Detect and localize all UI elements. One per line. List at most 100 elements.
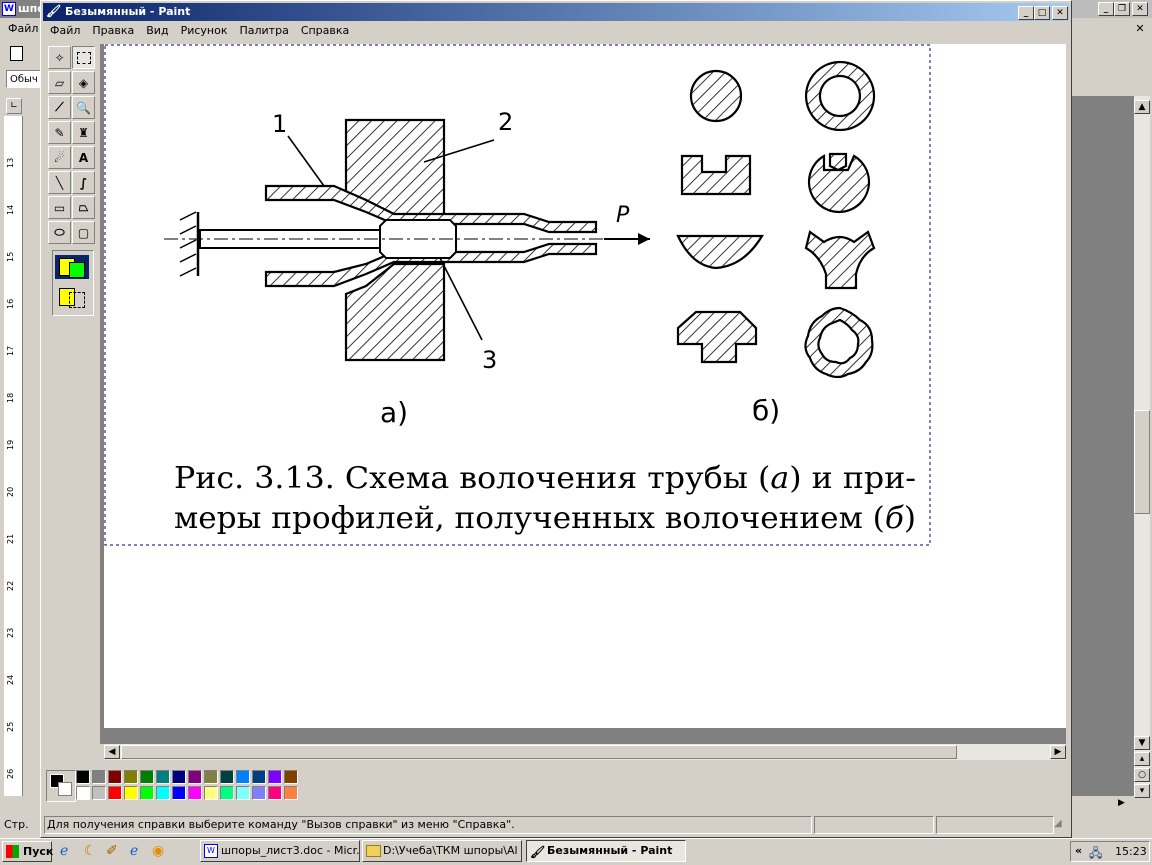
paint-scroll-left-button[interactable]: ◀: [104, 745, 120, 759]
palette-swatch[interactable]: [92, 770, 106, 784]
paint-minimize-button[interactable]: _: [1018, 6, 1034, 20]
palette-swatch[interactable]: [236, 770, 250, 784]
word-restore-button[interactable]: ❐: [1114, 2, 1130, 16]
word-close-button[interactable]: ✕: [1132, 2, 1148, 16]
palette-swatch[interactable]: [140, 786, 154, 800]
word-scroll-down-button[interactable]: ▼: [1134, 736, 1150, 750]
word-menu-first[interactable]: Файл: [8, 22, 38, 35]
palette-swatch[interactable]: [268, 770, 282, 784]
paint-close-button[interactable]: ✕: [1052, 6, 1068, 20]
text-tool[interactable]: A: [72, 146, 95, 169]
palette-swatch[interactable]: [124, 770, 138, 784]
palette-swatch[interactable]: [172, 770, 186, 784]
color-indicator[interactable]: [46, 770, 76, 802]
word-menu-file-label: Файл: [8, 22, 39, 35]
wall-mount: [179, 211, 200, 277]
palette-swatch[interactable]: [220, 786, 234, 800]
curve-tool[interactable]: ∫: [72, 171, 95, 194]
word-next-page-button[interactable]: ▾: [1134, 784, 1150, 798]
palette-swatch[interactable]: [204, 770, 218, 784]
palette-swatch[interactable]: [156, 786, 170, 800]
paint-status-coords: [814, 816, 934, 834]
color-picker-tool[interactable]: ⟋: [48, 96, 71, 119]
eraser-tool[interactable]: ▱: [48, 71, 71, 94]
paint-menu-image[interactable]: Рисунок: [175, 22, 234, 40]
fill-tool[interactable]: ◈: [72, 71, 95, 94]
paint-scroll-right-button[interactable]: ▶: [1050, 745, 1066, 759]
label-a: а): [380, 396, 408, 429]
windows-logo-icon: [6, 845, 19, 858]
palette-swatch[interactable]: [284, 786, 298, 800]
paint-status-bar: Для получения справки выберите команду "…: [44, 816, 812, 834]
airbrush-tool[interactable]: ☄: [48, 146, 71, 169]
drawing-figure: 1 2 3 P а) б) Рис. 3.13. Схема волочения…: [104, 44, 931, 546]
word-new-doc-icon[interactable]: [10, 46, 23, 61]
ellipse-tool[interactable]: ⬭: [48, 221, 71, 244]
transparent-mode-icon[interactable]: [55, 285, 89, 309]
paint-menu-colors[interactable]: Палитра: [233, 22, 294, 40]
word-scroll-up-button[interactable]: ▲: [1134, 100, 1150, 114]
free-select-tool[interactable]: ✧: [48, 46, 71, 69]
word-doc-close-button[interactable]: ✕: [1132, 22, 1148, 36]
palette-swatch[interactable]: [252, 770, 266, 784]
palette-swatch[interactable]: [172, 786, 186, 800]
opaque-mode-icon[interactable]: [55, 255, 89, 279]
line-tool[interactable]: ╲: [48, 171, 71, 194]
polygon-tool[interactable]: ⏢: [72, 196, 95, 219]
quicklaunch-edit-icon[interactable]: ✐: [106, 843, 118, 859]
quicklaunch-outlook-icon[interactable]: ☾: [84, 843, 97, 859]
palette-swatch[interactable]: [92, 786, 106, 800]
paint-menu-edit[interactable]: Правка: [86, 22, 140, 40]
palette-swatch[interactable]: [204, 786, 218, 800]
palette-swatch[interactable]: [188, 770, 202, 784]
paint-hscroll-thumb[interactable]: [121, 745, 957, 759]
palette-swatch[interactable]: [188, 786, 202, 800]
clock[interactable]: 15:23: [1115, 845, 1147, 858]
paint-menu-view[interactable]: Вид: [140, 22, 174, 40]
palette-swatch[interactable]: [220, 770, 234, 784]
paint-canvas[interactable]: 1 2 3 P а) б) Рис. 3.13. Схема волочения…: [104, 44, 1066, 728]
network-icon[interactable]: 🖧: [1089, 844, 1102, 865]
word-minimize-button[interactable]: _: [1098, 2, 1114, 16]
paint-resize-grip[interactable]: ◢: [1054, 818, 1068, 832]
palette-swatch[interactable]: [108, 786, 122, 800]
start-button[interactable]: Пуск: [2, 841, 54, 862]
word-select-browse-button[interactable]: ○: [1134, 768, 1150, 782]
magnifier-tool[interactable]: 🔍: [72, 96, 95, 119]
paint-maximize-button[interactable]: □: [1034, 6, 1050, 20]
rectangle-tool[interactable]: ▭: [48, 196, 71, 219]
paint-menu-file[interactable]: Файл: [44, 22, 86, 40]
pencil-tool[interactable]: ✎: [48, 121, 71, 144]
background-color[interactable]: [58, 782, 72, 796]
palette-swatch[interactable]: [76, 786, 90, 800]
palette-swatch[interactable]: [156, 770, 170, 784]
start-label: Пуск: [23, 845, 54, 858]
word-ruler-corner[interactable]: ∟: [6, 98, 22, 114]
rounded-rect-tool[interactable]: ▢: [72, 221, 95, 244]
palette-swatch[interactable]: [268, 786, 282, 800]
word-scroll-thumb[interactable]: [1134, 410, 1150, 514]
word-prev-page-button[interactable]: ▴: [1134, 752, 1150, 766]
paint-menu-help[interactable]: Справка: [295, 22, 355, 40]
quicklaunch-ie-icon[interactable]: ℯ: [60, 843, 68, 859]
palette-swatch[interactable]: [284, 770, 298, 784]
tray-expand-icon[interactable]: «: [1075, 844, 1082, 857]
system-tray: « 🖧 15:23: [1070, 841, 1150, 862]
palette-swatch[interactable]: [108, 770, 122, 784]
profile-trefoil: [804, 230, 876, 290]
ruler-number: 20: [6, 486, 15, 497]
ruler-number: 15: [6, 251, 15, 262]
palette-swatch[interactable]: [236, 786, 250, 800]
quicklaunch-browser-icon[interactable]: ℯ: [130, 843, 138, 859]
palette-swatch[interactable]: [124, 786, 138, 800]
taskbar-item-word[interactable]: Wшпоры_лист3.doc - Micr...: [200, 840, 360, 862]
palette-swatch[interactable]: [140, 770, 154, 784]
word-hscroll-right-button[interactable]: ▶: [1118, 798, 1132, 812]
palette-swatch[interactable]: [76, 770, 90, 784]
brush-tool[interactable]: ♜: [72, 121, 95, 144]
quicklaunch-media-icon[interactable]: ◉: [152, 843, 164, 859]
taskbar-item-folder[interactable]: D:\Учеба\ТКМ шпоры\Al: [362, 840, 522, 862]
palette-swatch[interactable]: [252, 786, 266, 800]
taskbar-item-paint[interactable]: 🖌 Безымянный - Paint: [526, 840, 686, 862]
rect-select-tool[interactable]: [72, 46, 95, 69]
